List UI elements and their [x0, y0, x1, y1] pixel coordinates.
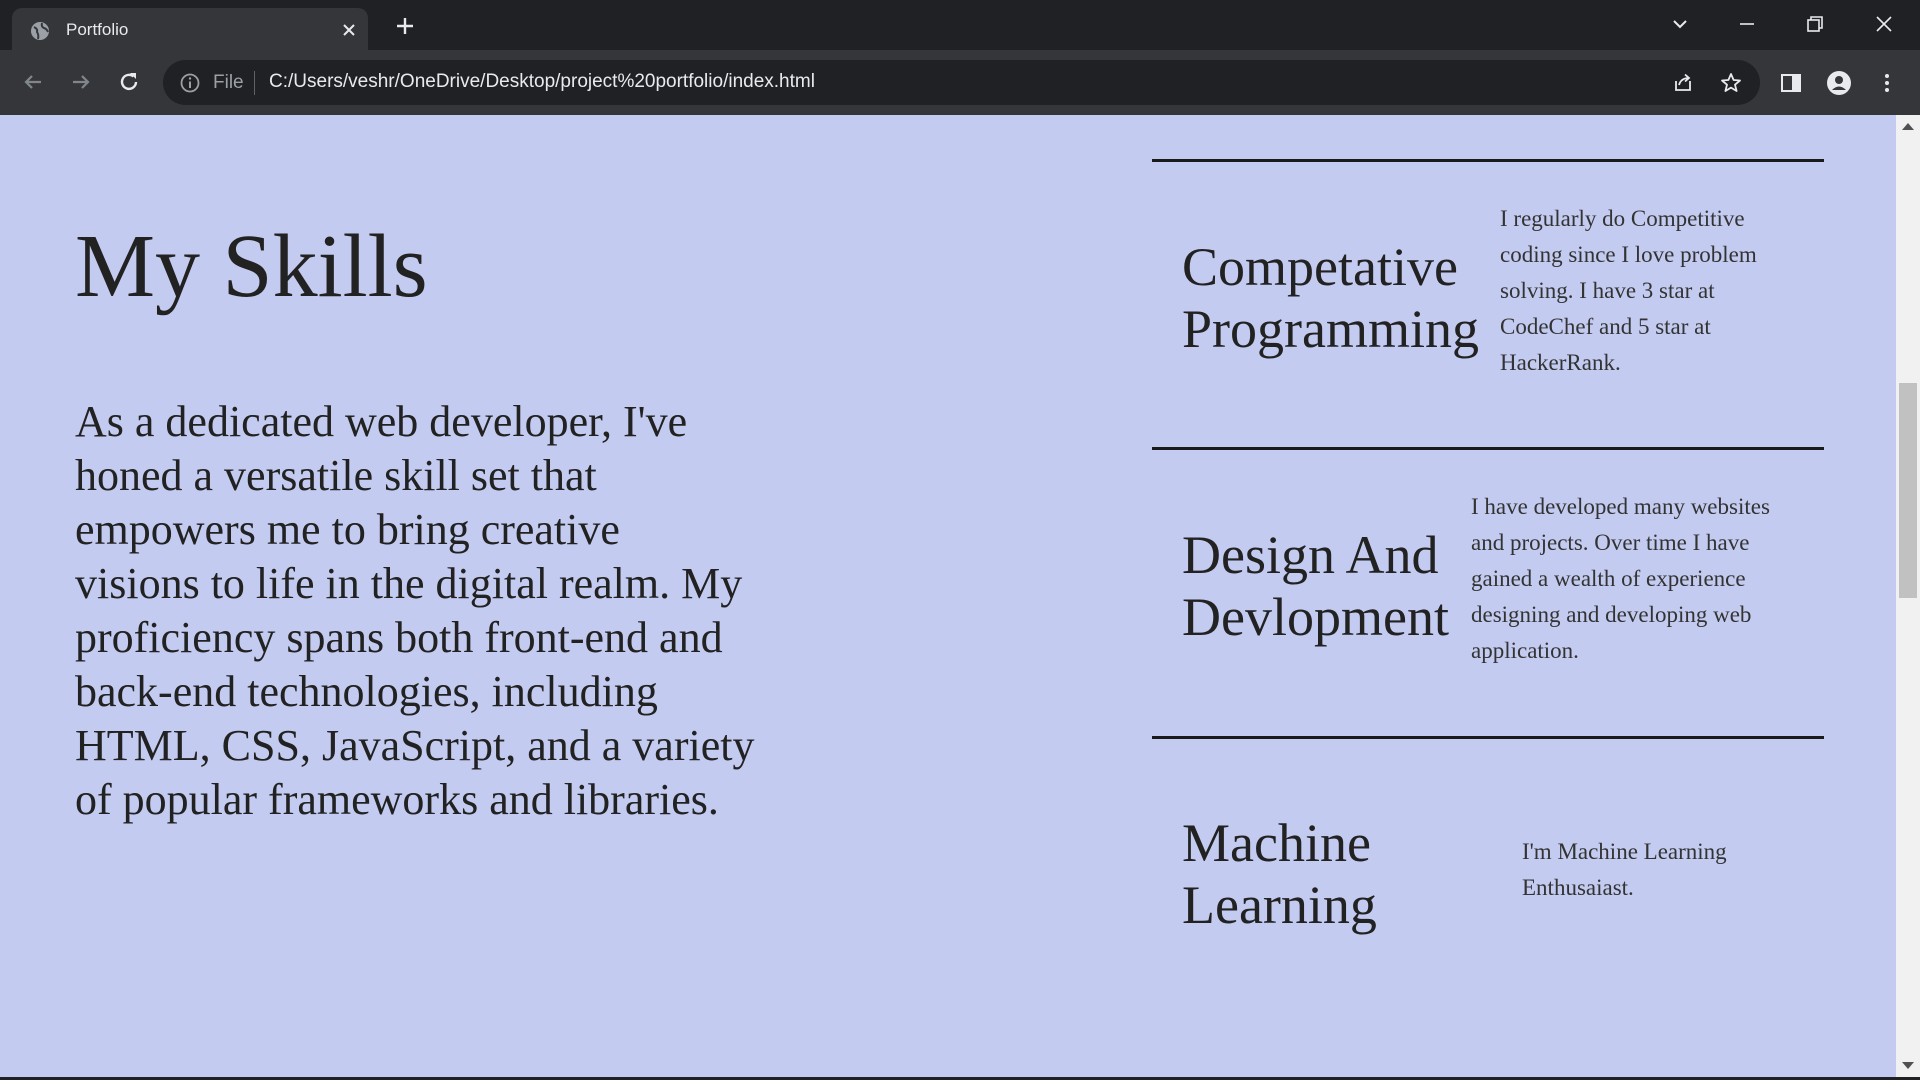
- side-panel-icon[interactable]: [1778, 70, 1804, 96]
- scrollbar-thumb[interactable]: [1899, 383, 1917, 598]
- minimize-icon[interactable]: [1734, 11, 1760, 37]
- restore-icon[interactable]: [1802, 11, 1828, 37]
- skill-title-machine-learning: Machine Learning: [1182, 813, 1377, 935]
- more-menu-icon[interactable]: [1874, 70, 1900, 96]
- skills-intro-text: As a dedicated web developer, I've honed…: [75, 397, 755, 824]
- url-scheme-label: File: [213, 72, 244, 93]
- tab-strip: Portfolio: [0, 0, 1920, 50]
- share-icon[interactable]: [1672, 72, 1694, 94]
- skill-desc-machine-learning: I'm Machine Learning Enthusaiast.: [1522, 839, 1727, 900]
- address-bar[interactable]: File C:/Users/veshr/OneDrive/Desktop/pro…: [163, 60, 1760, 105]
- new-tab-icon[interactable]: [393, 14, 417, 38]
- skill-desc-competitive-programming: I regularly do Competitive coding since …: [1500, 206, 1757, 375]
- browser-tab[interactable]: Portfolio: [12, 8, 368, 50]
- reload-icon[interactable]: [115, 68, 143, 96]
- globe-icon: [31, 22, 49, 40]
- bookmark-star-icon[interactable]: [1720, 72, 1742, 94]
- profile-avatar-icon[interactable]: [1826, 70, 1852, 96]
- page-title: My Skills: [75, 217, 428, 316]
- tab-search-icon[interactable]: [1667, 11, 1693, 37]
- skill-title-competitive-programming: Competative Programming: [1182, 237, 1479, 359]
- back-icon[interactable]: [19, 68, 47, 96]
- site-info-icon[interactable]: [179, 72, 201, 94]
- vertical-scrollbar[interactable]: [1896, 115, 1920, 1077]
- scroll-down-arrow[interactable]: [1902, 1062, 1914, 1069]
- browser-toolbar: File C:/Users/veshr/OneDrive/Desktop/pro…: [0, 50, 1920, 115]
- skill-title-design-development: Design And Devlopment: [1182, 525, 1449, 647]
- forward-icon[interactable]: [67, 68, 95, 96]
- tab-title: Portfolio: [66, 20, 129, 39]
- close-window-icon[interactable]: [1871, 11, 1897, 37]
- skill-desc-design-development: I have developed many websites and proje…: [1471, 494, 1770, 663]
- divider-line: [1152, 736, 1824, 739]
- close-tab-icon[interactable]: [339, 20, 359, 40]
- page-viewport: My Skills As a dedicated web developer, …: [0, 115, 1896, 1077]
- url-text[interactable]: C:/Users/veshr/OneDrive/Desktop/project%…: [269, 71, 815, 93]
- address-separator: [254, 71, 255, 95]
- divider-line: [1152, 159, 1824, 162]
- divider-line: [1152, 447, 1824, 450]
- scroll-up-arrow[interactable]: [1902, 123, 1914, 130]
